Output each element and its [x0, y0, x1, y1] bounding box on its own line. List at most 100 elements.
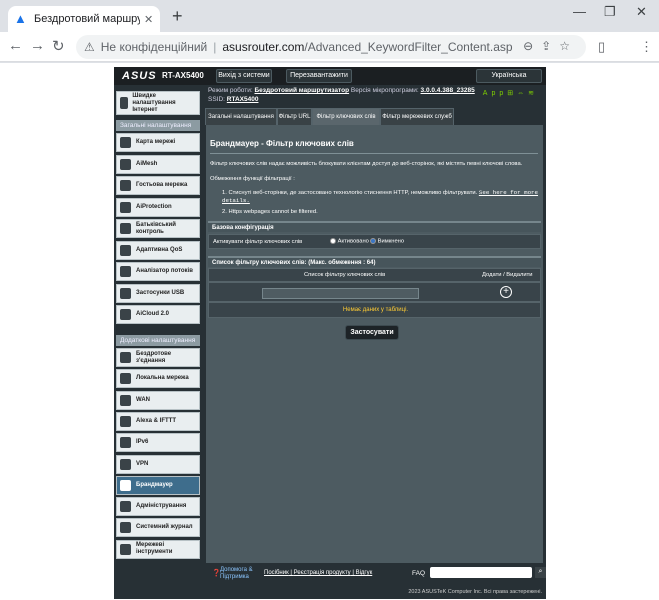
quick-setup-label: Швидке налаштування Інтернет	[132, 92, 176, 113]
faq-search-input[interactable]	[430, 567, 532, 578]
general-item-1[interactable]: AiMesh	[116, 154, 200, 174]
forward-button[interactable]: →	[30, 37, 45, 54]
warning-icon[interactable]: ⚠	[84, 40, 95, 54]
general-item-5[interactable]: Адаптивна QoS	[116, 240, 200, 260]
address-bar[interactable]: ⚠ Не конфіденційний | asusrouter.com /Ad…	[76, 35, 586, 59]
menu-item-label: Брандмауер	[136, 481, 173, 488]
general-item-2[interactable]: Гостьова мережа	[116, 176, 200, 195]
limit-item-1: 1. Стиснуті веб-сторінки, де застосовано…	[222, 189, 538, 205]
bookmark-star-icon[interactable]: ☆	[559, 39, 578, 53]
general-item-6[interactable]: Аналізатор потоків	[116, 262, 200, 281]
radio-enabled-option[interactable]: Активовано	[330, 238, 369, 245]
globe-icon	[120, 97, 129, 109]
tab-title: Бездротовий маршрутизатор ASUS	[34, 13, 140, 25]
maximize-button[interactable]: ❐	[604, 4, 616, 20]
advanced-item-6[interactable]: Брандмауер	[116, 475, 200, 495]
menu-item-label: Локальна мережа	[136, 375, 189, 382]
sidebar-panel-icon[interactable]: ▯	[598, 39, 605, 55]
menu-item-icon	[120, 479, 131, 491]
radio-disabled-option[interactable]: Вимкнено	[370, 238, 404, 245]
radio-enabled-label: Активовано	[337, 238, 369, 245]
col-keyword-list: Список фільтру ключових слів	[304, 272, 386, 278]
ssid-value[interactable]: RTAX5400	[227, 96, 259, 103]
radio-disabled-icon[interactable]	[370, 238, 376, 244]
general-item-7[interactable]: Застосунки USB	[116, 283, 200, 303]
radio-disabled-label: Вимкнено	[377, 238, 405, 245]
menu-item-icon	[120, 223, 131, 234]
language-select[interactable]: Українська	[476, 69, 542, 83]
asus-favicon-icon: ▲	[14, 11, 27, 26]
advanced-item-4[interactable]: IPv6	[116, 433, 200, 453]
menu-item-icon	[120, 244, 131, 256]
wifi-status-icon[interactable]: ≋	[528, 90, 538, 97]
reload-button[interactable]: ↻	[52, 37, 65, 55]
app-label[interactable]: App	[483, 90, 507, 97]
limit-item-2: 2. Https webpages cannot be filtered.	[222, 209, 318, 215]
radio-enabled-icon[interactable]	[330, 238, 336, 244]
tab-network-services-filter[interactable]: Фільтр мережевих служб	[380, 108, 454, 125]
advanced-item-0[interactable]: Бездротове з'єднання	[116, 348, 200, 367]
share-icon[interactable]: ⇪	[541, 39, 559, 53]
enable-row: Активувати фільтр ключових слів Активова…	[208, 234, 541, 249]
tab-url-filter[interactable]: Фільтр URL	[277, 108, 312, 125]
status-info: Режим роботи: Бездротовий маршрутизатор …	[208, 85, 544, 107]
footer-links: Посібник | Реєстрація продукту | Відгук	[264, 570, 373, 576]
help-support-link[interactable]: Допомога & Підтримка	[220, 567, 260, 581]
router-banner: ASUS RT-AX5400 Вихід з системи Перезаван…	[114, 67, 546, 85]
general-item-3[interactable]: AiProtection	[116, 197, 200, 217]
title-divider	[210, 153, 538, 154]
security-label[interactable]: Не конфіденційний	[101, 40, 207, 54]
apply-button[interactable]: Застосувати	[345, 325, 399, 340]
page-title: Брандмауер - Фільтр ключових слів	[210, 139, 354, 148]
logout-button[interactable]: Вихід з системи	[216, 69, 272, 83]
general-item-8[interactable]: AiCloud 2.0	[116, 305, 200, 324]
advanced-item-8[interactable]: Системний журнал	[116, 518, 200, 538]
tab-close-icon[interactable]: ✕	[144, 13, 153, 26]
manual-link[interactable]: Посібник	[264, 570, 289, 576]
network-status-icon[interactable]: ⊞	[507, 90, 517, 97]
minimize-button[interactable]: —	[573, 4, 586, 19]
tab-keyword-filter[interactable]: Фільтр ключових слів	[312, 108, 380, 125]
menu-item-label: Адміністрування	[136, 503, 187, 510]
menu-item-icon	[120, 543, 131, 555]
asus-logo: ASUS	[122, 70, 157, 82]
copyright: 2023 ASUSTeK Computer Inc. Всі права зас…	[408, 589, 542, 595]
search-icon[interactable]: ⌕	[535, 567, 546, 578]
menu-item-icon	[120, 158, 131, 170]
new-tab-button[interactable]: +	[172, 6, 183, 27]
menu-kebab-icon[interactable]: ⋮	[640, 39, 653, 55]
general-item-0[interactable]: Карта мережі	[116, 133, 200, 152]
advanced-item-1[interactable]: Локальна мережа	[116, 369, 200, 389]
menu-item-label: Гостьова мережа	[136, 182, 188, 188]
registration-link[interactable]: Реєстрація продукту	[294, 570, 351, 576]
col-add-remove: Додати / Видалити	[482, 272, 533, 278]
usb-status-icon[interactable]: ⇔	[517, 90, 528, 97]
zoom-icon[interactable]: ⊖	[523, 39, 541, 53]
advanced-item-3[interactable]: Alexa & IFTTT	[116, 411, 200, 431]
menu-item-icon	[120, 437, 131, 449]
reboot-button[interactable]: Перезавантажити	[286, 69, 352, 83]
keyword-input[interactable]	[262, 288, 419, 299]
add-keyword-icon[interactable]: +	[500, 286, 512, 298]
menu-item-label: Батьківський контроль	[136, 221, 176, 235]
menu-item-icon	[120, 287, 131, 299]
advanced-item-7[interactable]: Адміністрування	[116, 497, 200, 517]
advanced-item-2[interactable]: WAN	[116, 390, 200, 410]
advanced-item-5[interactable]: VPN	[116, 454, 200, 474]
menu-item-label: AiMesh	[136, 160, 158, 167]
advanced-settings-header: Додаткові налаштування	[116, 335, 200, 346]
menu-item-label: IPv6	[136, 439, 149, 446]
back-button[interactable]: ←	[8, 37, 23, 54]
advanced-item-9[interactable]: Мережеві інструменти	[116, 539, 200, 559]
quick-setup-button[interactable]: Швидке налаштування Інтернет	[116, 91, 200, 115]
mode-value[interactable]: Бездротовий маршрутизатор	[255, 87, 350, 94]
close-window-button[interactable]: ✕	[636, 4, 647, 20]
menu-item-label: VPN	[136, 460, 149, 467]
firmware-value[interactable]: 3.0.0.4.388_23285	[421, 87, 475, 94]
browser-tab[interactable]: ▲ Бездротовий маршрутизатор ASUS ✕	[8, 6, 160, 32]
tab-general-settings[interactable]: Загальні налаштування	[205, 108, 277, 125]
feedback-link[interactable]: Відгук	[356, 570, 373, 576]
menu-item-icon	[120, 522, 131, 534]
general-item-4[interactable]: Батьківський контроль	[116, 219, 200, 238]
address-actions[interactable]: ⊖⇪☆	[523, 39, 578, 53]
